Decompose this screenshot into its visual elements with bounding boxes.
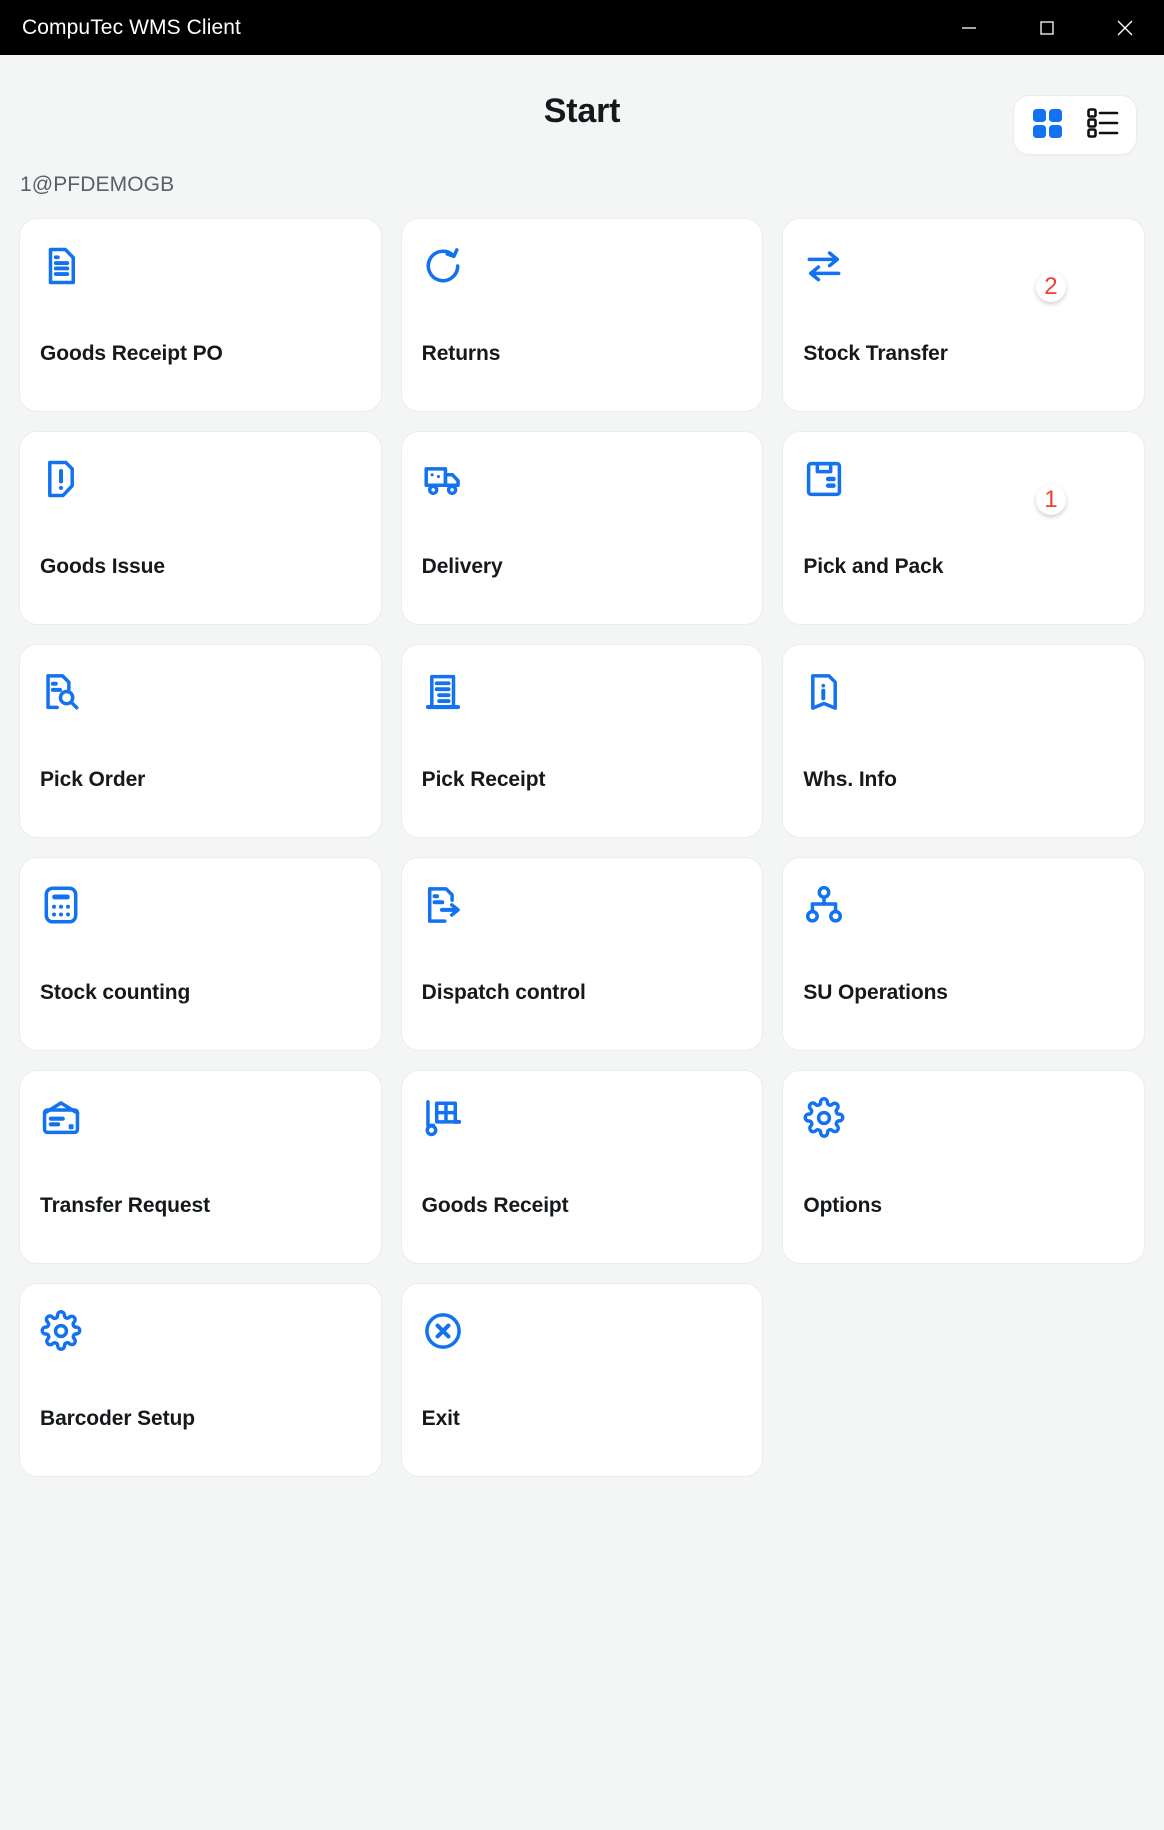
truck-icon: [422, 458, 464, 500]
document-lines-icon: [40, 245, 82, 287]
tile-exit[interactable]: Exit: [400, 1283, 764, 1477]
grid-view-button[interactable]: [1026, 104, 1068, 146]
tile-label: Delivery: [421, 555, 503, 578]
tile-stock-transfer[interactable]: 2 Stock Transfer: [782, 218, 1145, 412]
tile-barcoder-setup[interactable]: Barcoder Setup: [19, 1283, 382, 1477]
tile-badge: 1: [1035, 485, 1066, 515]
tile-grid: Goods Receipt PO Returns 2 Stock Transfer Go…: [0, 218, 1164, 1477]
tile-label: Barcoder Setup: [40, 1407, 195, 1430]
tile-label: Dispatch control: [421, 981, 586, 1004]
tile-label: Pick and Pack: [803, 555, 944, 578]
tile-label: Goods Issue: [40, 555, 165, 578]
grid-view-icon: [1029, 105, 1065, 146]
tile-label: Goods Receipt PO: [40, 342, 223, 365]
calculator-icon: [40, 884, 82, 926]
close-circle-icon: [422, 1310, 464, 1352]
tile-badge: 2: [1035, 272, 1066, 302]
tile-pick-receipt[interactable]: Pick Receipt: [400, 644, 764, 838]
gear-icon: [803, 1097, 845, 1139]
tile-pick-and-pack[interactable]: 1 Pick and Pack: [782, 431, 1145, 625]
maximize-button[interactable]: [1008, 0, 1086, 55]
refresh-icon: [422, 245, 464, 287]
tile-label: SU Operations: [803, 981, 948, 1004]
window-controls: [930, 0, 1164, 55]
tile-label: Goods Receipt: [421, 1194, 569, 1217]
tile-label: Returns: [421, 342, 501, 365]
tile-transfer-request[interactable]: Transfer Request: [19, 1070, 382, 1264]
tile-goods-issue[interactable]: Goods Issue: [19, 431, 382, 625]
tile-returns[interactable]: Returns: [400, 218, 764, 412]
minimize-button[interactable]: [930, 0, 1008, 55]
tile-delivery[interactable]: Delivery: [400, 431, 764, 625]
tile-label: Transfer Request: [40, 1194, 210, 1217]
page-title: Start: [543, 92, 621, 130]
tile-label: Pick Receipt: [421, 768, 546, 791]
view-toggle-group[interactable]: [1013, 95, 1137, 155]
hierarchy-icon: [803, 884, 845, 926]
list-view-icon: [1085, 105, 1121, 146]
transfer-arrows-icon: [803, 245, 845, 287]
tile-options[interactable]: Options: [782, 1070, 1145, 1264]
document-search-icon: [40, 671, 82, 713]
tile-label: Exit: [421, 1407, 460, 1430]
list-view-button[interactable]: [1082, 104, 1124, 146]
session-label: 1@PFDEMOGB: [20, 173, 175, 196]
tile-label: Stock Transfer: [803, 342, 948, 365]
tile-su-operations[interactable]: SU Operations: [782, 857, 1145, 1051]
tile-label: Options: [803, 1194, 882, 1217]
tile-dispatch-control[interactable]: Dispatch control: [400, 857, 764, 1051]
tile-goods-receipt-po[interactable]: Goods Receipt PO: [19, 218, 382, 412]
tile-label: Pick Order: [40, 768, 146, 791]
page-header: Start: [0, 55, 1164, 168]
bookmark-info-icon: [803, 671, 845, 713]
tile-label: Stock counting: [40, 981, 191, 1004]
tile-label: Whs. Info: [803, 768, 897, 791]
tile-pick-order[interactable]: Pick Order: [19, 644, 382, 838]
tile-goods-receipt[interactable]: Goods Receipt: [400, 1070, 764, 1264]
document-alert-icon: [40, 458, 82, 500]
receipt-icon: [422, 671, 464, 713]
close-button[interactable]: [1086, 0, 1164, 55]
envelope-card-icon: [40, 1097, 82, 1139]
tile-whs-info[interactable]: Whs. Info: [782, 644, 1145, 838]
window-titlebar: CompuTec WMS Client: [0, 0, 1164, 55]
gear-icon: [40, 1310, 82, 1352]
hand-truck-icon: [422, 1097, 464, 1139]
floppy-box-icon: [803, 458, 845, 500]
tile-stock-counting[interactable]: Stock counting: [19, 857, 382, 1051]
window-title: CompuTec WMS Client: [22, 15, 241, 39]
document-arrow-icon: [422, 884, 464, 926]
